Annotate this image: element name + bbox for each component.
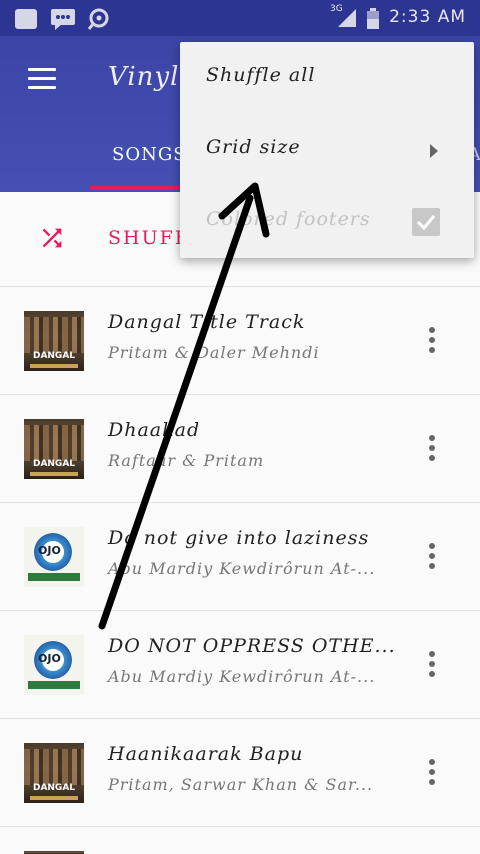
album-art: DANGAL	[24, 743, 84, 803]
menu-item-shuffle-all[interactable]: Shuffle all	[206, 64, 315, 86]
song-artist: Abu Mardiy Kewdirôrun At-...	[108, 667, 376, 686]
song-artist: Pritam & Daler Mehndi	[108, 343, 320, 362]
gallery-notification-icon	[15, 9, 37, 29]
more-vert-icon[interactable]	[428, 759, 436, 787]
shuffle-icon	[42, 228, 62, 248]
more-vert-icon[interactable]	[428, 651, 436, 679]
list-item[interactable]: OJO Do not give into laziness Abu Mardiy…	[0, 503, 480, 611]
song-artist: Pritam, Sarwar Khan & Sar...	[108, 775, 374, 794]
signal-icon	[338, 9, 356, 27]
album-art: DANGAL	[24, 311, 84, 371]
tab-indicator	[90, 186, 180, 190]
menu-icon[interactable]	[28, 68, 56, 90]
song-title: Dhaakad	[108, 419, 201, 441]
album-art: OJO	[24, 635, 84, 695]
submenu-arrow-icon	[430, 144, 438, 158]
more-vert-icon[interactable]	[428, 327, 436, 355]
tab-songs[interactable]: SONGS	[112, 144, 187, 165]
song-title: Haanikaarak Bapu	[108, 743, 304, 765]
clock: 2:33 AM	[389, 7, 466, 27]
song-artist: Abu Mardiy Kewdirôrun At-...	[108, 559, 376, 578]
album-art: DANGAL	[24, 419, 84, 479]
song-title: Dangal Title Track	[108, 311, 306, 333]
status-bar: 3G 2:33 AM	[0, 0, 480, 36]
song-title: Do not give into laziness	[108, 527, 370, 549]
menu-item-colored-footers: Colored footers	[206, 208, 371, 230]
app-title: Vinyl	[108, 62, 180, 92]
album-art: OJO	[24, 527, 84, 587]
more-vert-icon[interactable]	[428, 435, 436, 463]
list-item[interactable]: DANGAL Dhaakad Raftaar & Pritam	[0, 395, 480, 503]
song-artist: Raftaar & Pritam	[108, 451, 265, 470]
menu-item-grid-size[interactable]: Grid size	[206, 136, 301, 158]
song-title: DO NOT OPPRESS OTHE...	[108, 635, 396, 657]
message-notification-icon	[51, 9, 75, 30]
overflow-menu: Shuffle all Grid size Colored footers	[180, 42, 474, 258]
list-item[interactable]: DANGAL Dangal Title Track Pritam & Daler…	[0, 287, 480, 395]
list-item[interactable]: DANGAL Haanikaarak Bapu Pritam, Sarwar K…	[0, 719, 480, 827]
app-notification-icon	[88, 8, 109, 30]
list-item[interactable]: OJO DO NOT OPPRESS OTHE... Abu Mardiy Ke…	[0, 611, 480, 719]
list-item-partial[interactable]	[0, 827, 480, 854]
battery-icon	[367, 8, 379, 29]
checkbox-icon	[412, 208, 440, 236]
more-vert-icon[interactable]	[428, 543, 436, 571]
